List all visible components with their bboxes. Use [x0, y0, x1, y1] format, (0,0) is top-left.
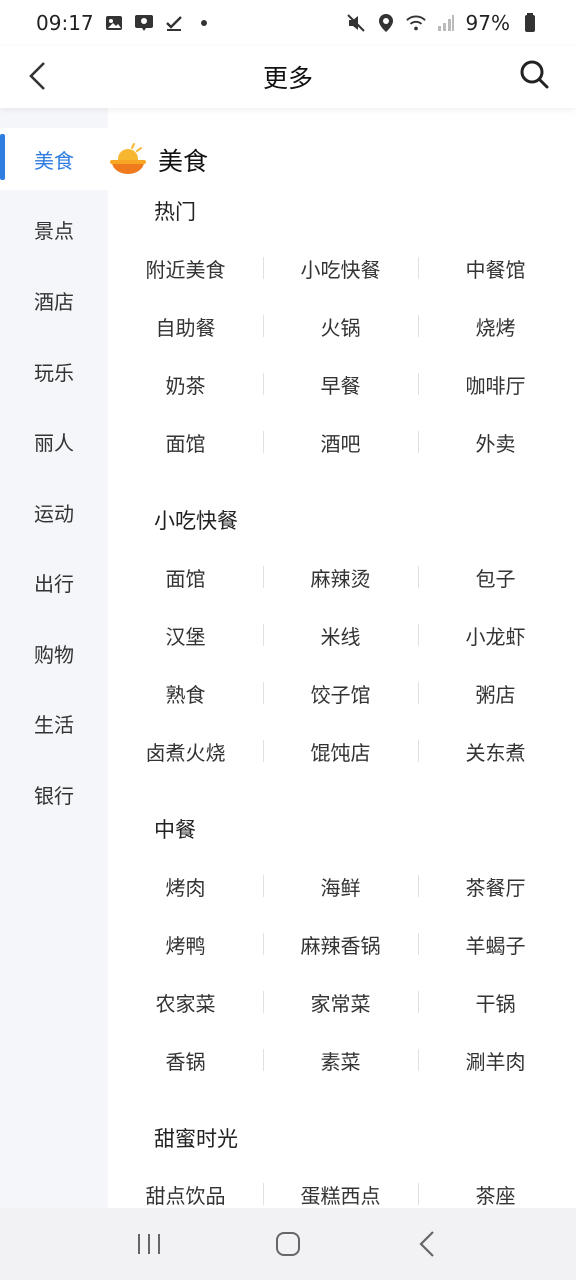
category-header: 美食	[108, 138, 208, 182]
category-sidebar: 美食 景点 酒店 玩乐 丽人 运动 出行 购物 生活 银行	[0, 108, 108, 1208]
category-tag[interactable]: 包子	[418, 557, 573, 597]
map-pin-badge-icon	[134, 13, 154, 33]
category-tag[interactable]: 家常菜	[263, 982, 418, 1022]
category-tag[interactable]: 面馆	[108, 557, 263, 597]
category-tag[interactable]: 素菜	[263, 1040, 418, 1080]
food-bowl-icon	[110, 143, 146, 174]
gallery-icon	[104, 13, 124, 33]
mute-icon	[346, 13, 366, 33]
category-tag[interactable]: 自助餐	[108, 306, 263, 346]
category-tag[interactable]: 馄饨店	[263, 731, 418, 771]
section-title: 甜蜜时光	[154, 1127, 238, 1151]
recent-apps-icon	[138, 1234, 161, 1254]
battery-percent: 97%	[465, 11, 510, 35]
category-tag[interactable]: 小吃快餐	[263, 248, 418, 288]
category-tag[interactable]: 茶座	[418, 1174, 573, 1208]
category-tag[interactable]: 烤鸭	[108, 924, 263, 964]
grid-row: 汉堡 米线 小龙虾	[108, 615, 576, 655]
system-back-button[interactable]	[397, 1214, 457, 1274]
category-content: 美食 热门 附近美食 小吃快餐 中餐馆 自助餐 火锅 烧烤 奶茶 早餐 咖啡厅 …	[108, 108, 576, 1208]
sidebar-item-hotel[interactable]: 酒店	[0, 269, 108, 331]
grid-row: 熟食 饺子馆 粥店	[108, 673, 576, 713]
chevron-left-icon	[29, 62, 45, 90]
status-time: 09:17	[36, 11, 94, 35]
category-tag[interactable]: 奶茶	[108, 364, 263, 404]
sidebar-item-bank[interactable]: 银行	[0, 763, 108, 825]
app-header: 更多	[0, 46, 576, 108]
grid-row: 香锅 素菜 涮羊肉	[108, 1040, 576, 1080]
grid-row: 甜点饮品 蛋糕西点 茶座	[108, 1174, 576, 1208]
category-tag[interactable]: 小龙虾	[418, 615, 573, 655]
grid-row: 面馆 麻辣烫 包子	[108, 557, 576, 597]
category-tag[interactable]: 饺子馆	[263, 673, 418, 713]
category-tag[interactable]: 米线	[263, 615, 418, 655]
grid-row: 面馆 酒吧 外卖	[108, 422, 576, 462]
status-bar: 09:17 97%	[0, 0, 576, 46]
location-icon	[376, 13, 396, 33]
category-title: 美食	[158, 147, 209, 176]
category-tag[interactable]: 酒吧	[263, 422, 418, 462]
recent-apps-button[interactable]	[119, 1214, 179, 1274]
signal-icon	[436, 13, 456, 33]
category-tag[interactable]: 香锅	[108, 1040, 263, 1080]
sidebar-item-fun[interactable]: 玩乐	[0, 340, 108, 402]
category-tag[interactable]: 汉堡	[108, 615, 263, 655]
category-tag[interactable]: 涮羊肉	[418, 1040, 573, 1080]
back-arrow-icon	[419, 1231, 434, 1257]
grid-row: 自助餐 火锅 烧烤	[108, 306, 576, 346]
category-tag[interactable]: 中餐馆	[418, 248, 573, 288]
category-tag[interactable]: 羊蝎子	[418, 924, 573, 964]
category-tag[interactable]: 火锅	[263, 306, 418, 346]
dot-icon	[194, 13, 214, 33]
grid-row: 卤煮火烧 馄饨店 关东煮	[108, 731, 576, 771]
category-tag[interactable]: 烧烤	[418, 306, 573, 346]
system-nav-bar	[0, 1208, 576, 1280]
category-tag[interactable]: 卤煮火烧	[108, 731, 263, 771]
home-button[interactable]	[258, 1214, 318, 1274]
category-tag[interactable]: 咖啡厅	[418, 364, 573, 404]
sidebar-item-sports[interactable]: 运动	[0, 481, 108, 543]
grid-row: 奶茶 早餐 咖啡厅	[108, 364, 576, 404]
sidebar-item-beauty[interactable]: 丽人	[0, 410, 108, 472]
category-tag[interactable]: 关东煮	[418, 731, 573, 771]
task-check-icon	[164, 13, 184, 33]
sidebar-item-travel[interactable]: 出行	[0, 551, 108, 613]
category-tag[interactable]: 面馆	[108, 422, 263, 462]
category-tag[interactable]: 附近美食	[108, 248, 263, 288]
search-icon	[520, 60, 549, 89]
category-tag[interactable]: 外卖	[418, 422, 573, 462]
category-tag[interactable]: 熟食	[108, 673, 263, 713]
battery-icon	[520, 13, 540, 33]
category-tag[interactable]: 早餐	[263, 364, 418, 404]
grid-row: 农家菜 家常菜 干锅	[108, 982, 576, 1022]
category-tag[interactable]: 粥店	[418, 673, 573, 713]
section-title: 中餐	[154, 818, 196, 842]
sidebar-item-food[interactable]: 美食	[0, 128, 108, 190]
category-tag[interactable]: 干锅	[418, 982, 573, 1022]
grid-row: 附近美食 小吃快餐 中餐馆	[108, 248, 576, 288]
category-tag[interactable]: 海鲜	[263, 866, 418, 906]
home-icon	[275, 1232, 300, 1256]
category-tag[interactable]: 甜点饮品	[108, 1174, 263, 1208]
grid-row: 烤肉 海鲜 茶餐厅	[108, 866, 576, 906]
search-button[interactable]	[514, 54, 554, 94]
category-tag[interactable]: 蛋糕西点	[263, 1174, 418, 1208]
category-tag[interactable]: 茶餐厅	[418, 866, 573, 906]
section-title: 热门	[154, 200, 196, 224]
wifi-icon	[405, 13, 426, 33]
sidebar-item-life[interactable]: 生活	[0, 692, 108, 754]
back-button[interactable]	[18, 56, 58, 96]
sidebar-item-attractions[interactable]: 景点	[0, 198, 108, 260]
category-tag[interactable]: 麻辣香锅	[263, 924, 418, 964]
grid-row: 烤鸭 麻辣香锅 羊蝎子	[108, 924, 576, 964]
category-tag[interactable]: 农家菜	[108, 982, 263, 1022]
page-title: 更多	[262, 64, 313, 93]
category-tag[interactable]: 麻辣烫	[263, 557, 418, 597]
category-tag[interactable]: 烤肉	[108, 866, 263, 906]
sidebar-item-shopping[interactable]: 购物	[0, 622, 108, 684]
section-title: 小吃快餐	[154, 509, 238, 533]
